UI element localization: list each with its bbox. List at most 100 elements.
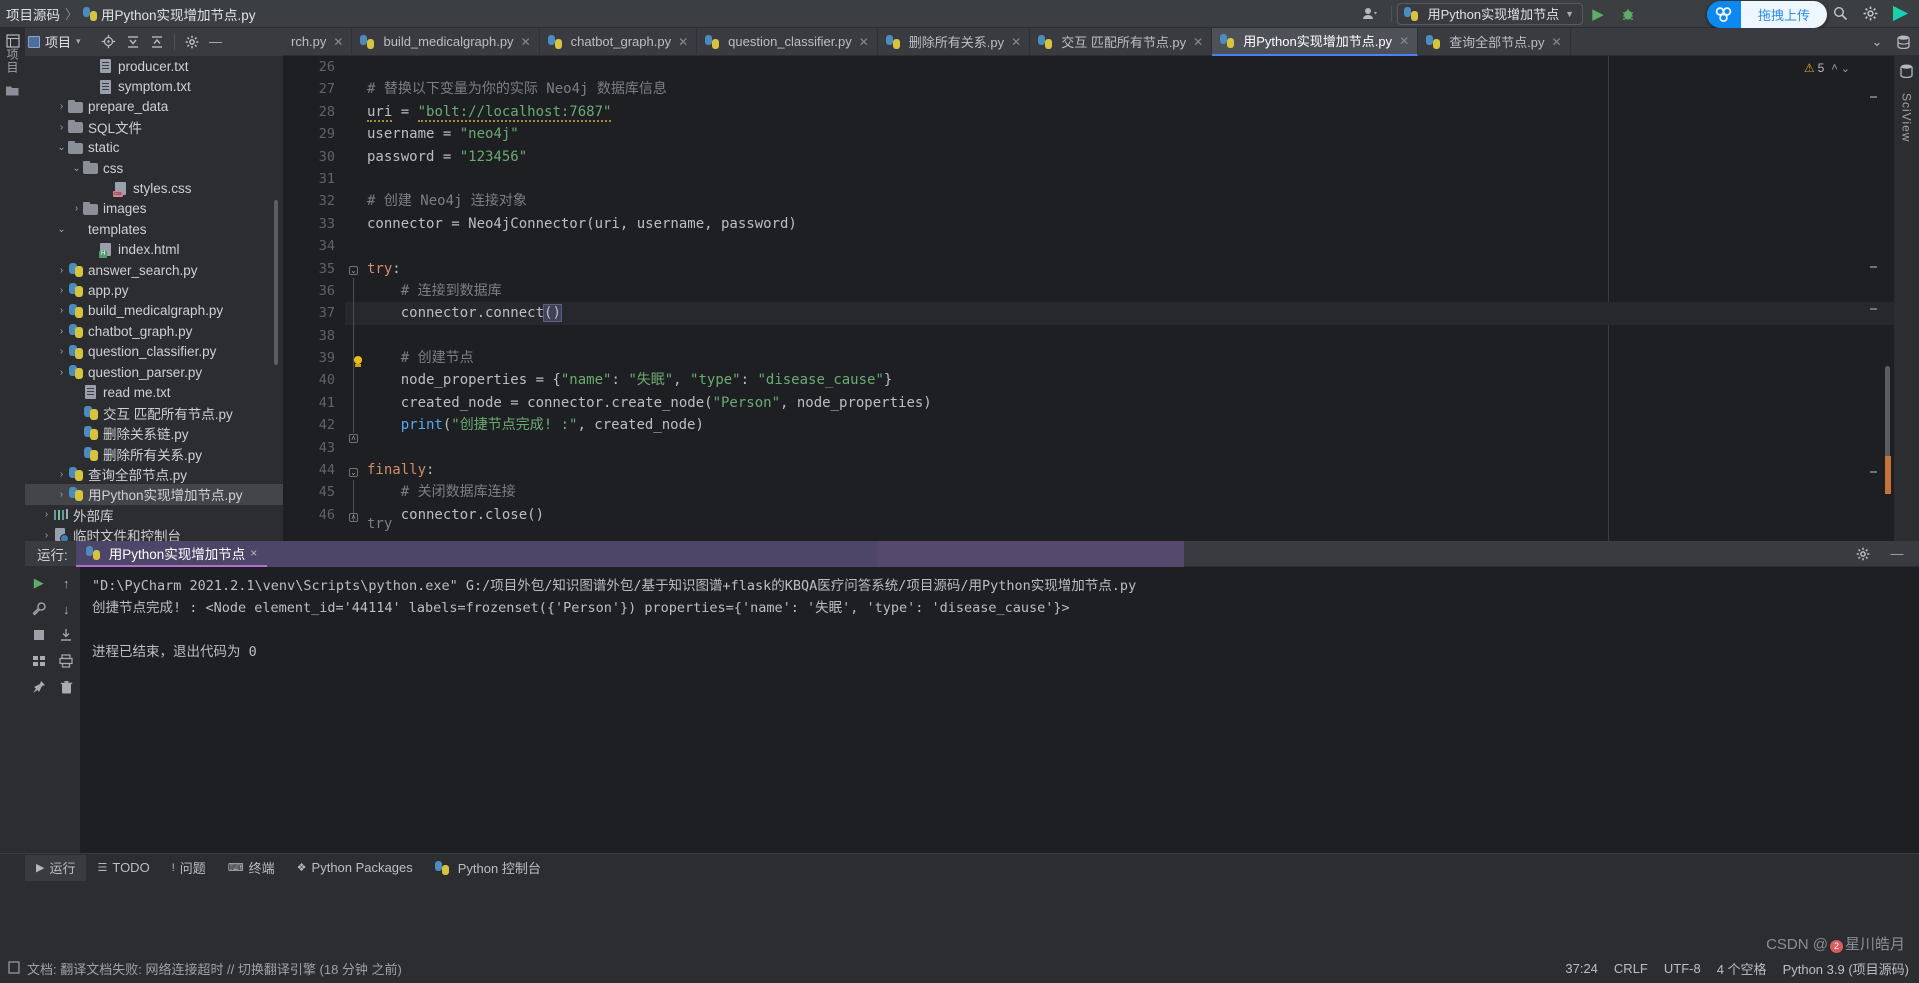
editor-tab[interactable]: rch.py ✕ bbox=[283, 27, 353, 56]
code-line[interactable] bbox=[345, 56, 1894, 78]
project-tree-scrollbar[interactable] bbox=[274, 200, 278, 365]
breadcrumb-file[interactable]: 用Python实现增加节点.py bbox=[101, 4, 256, 24]
code-line[interactable]: print("创捷节点完成! :", created_node) bbox=[345, 414, 1894, 436]
tree-item[interactable]: 删除所有关系.py bbox=[25, 443, 283, 463]
debug-icon[interactable] bbox=[1613, 1, 1643, 27]
settings-icon[interactable] bbox=[1855, 1, 1885, 27]
settings-icon[interactable] bbox=[1851, 542, 1875, 566]
pin-icon[interactable] bbox=[27, 675, 51, 699]
rerun-icon[interactable]: ▶ bbox=[27, 571, 51, 595]
close-icon[interactable]: ✕ bbox=[521, 35, 531, 49]
tree-item[interactable]: › app.py bbox=[25, 280, 283, 300]
layout-icon[interactable] bbox=[27, 649, 51, 673]
close-icon[interactable]: × bbox=[250, 546, 257, 560]
breadcrumb-project[interactable]: 项目源码 bbox=[6, 4, 60, 24]
project-rail-icon[interactable]: 项目 bbox=[4, 34, 21, 74]
tree-item[interactable]: 删除关系链.py bbox=[25, 423, 283, 443]
code-content[interactable]: # 替换以下变量为你的实际 Neo4j 数据库信息 uri = "bolt://l… bbox=[345, 56, 1894, 541]
close-icon[interactable]: ✕ bbox=[678, 35, 688, 49]
tree-item[interactable]: › SQL文件 bbox=[25, 117, 283, 137]
down-arrow-icon[interactable]: ↓ bbox=[54, 597, 78, 621]
bottom-bar-item[interactable]: ⌨ 终端 bbox=[217, 855, 286, 881]
fold-marker-try[interactable]: ⌄ bbox=[349, 266, 358, 275]
code-line[interactable]: connector.close() bbox=[345, 504, 1894, 526]
bottom-bar-item[interactable]: Python 控制台 bbox=[424, 855, 552, 881]
trash-icon[interactable] bbox=[54, 675, 78, 699]
code-line[interactable]: # 创建节点 bbox=[345, 347, 1894, 369]
search-icon[interactable] bbox=[1825, 1, 1855, 27]
editor-tab[interactable]: 删除所有关系.py ✕ bbox=[878, 27, 1031, 56]
intention-bulb-icon[interactable] bbox=[351, 356, 365, 370]
tree-item[interactable]: styles.css bbox=[25, 178, 283, 198]
tree-expand-arrow-icon[interactable]: › bbox=[55, 117, 68, 137]
tree-expand-arrow-icon[interactable]: › bbox=[55, 362, 68, 382]
tree-expand-arrow-icon[interactable]: › bbox=[55, 301, 68, 321]
code-line[interactable]: created_node = connector.create_node("Pe… bbox=[345, 392, 1894, 414]
line-separator[interactable]: CRLF bbox=[1614, 961, 1648, 976]
editor-tab[interactable]: build_medicalgraph.py ✕ bbox=[352, 27, 540, 56]
code-line[interactable] bbox=[345, 325, 1894, 347]
editor-tab[interactable]: 用Python实现增加节点.py ✕ bbox=[1212, 27, 1419, 56]
chevron-down-icon[interactable]: ⌄ bbox=[1865, 30, 1889, 54]
code-line[interactable]: node_properties = {"name": "失眠", "type":… bbox=[345, 369, 1894, 391]
code-line[interactable]: # 连接到数据库 bbox=[345, 280, 1894, 302]
code-line[interactable] bbox=[345, 168, 1894, 190]
tree-expand-arrow-icon[interactable]: › bbox=[55, 342, 68, 362]
close-icon[interactable]: ✕ bbox=[333, 35, 343, 49]
editor-tab[interactable]: chatbot_graph.py ✕ bbox=[540, 27, 698, 56]
caret-position[interactable]: 37:24 bbox=[1565, 961, 1598, 976]
close-icon[interactable]: ✕ bbox=[1551, 35, 1561, 49]
close-icon[interactable]: ✕ bbox=[859, 35, 869, 49]
locate-file-icon[interactable] bbox=[97, 30, 121, 54]
tree-item[interactable]: ⌄ css bbox=[25, 158, 283, 178]
tree-item[interactable]: › 查询全部节点.py bbox=[25, 464, 283, 484]
code-line[interactable]: try: bbox=[345, 258, 1894, 280]
hide-tool-window-icon[interactable]: — bbox=[204, 30, 228, 54]
tree-item[interactable]: ⌄ static bbox=[25, 138, 283, 158]
code-line[interactable] bbox=[345, 235, 1894, 257]
tree-item[interactable]: › question_parser.py bbox=[25, 362, 283, 382]
tree-item[interactable]: › prepare_data bbox=[25, 97, 283, 117]
run-tab[interactable]: 用Python实现增加节点 × bbox=[75, 540, 268, 567]
chevron-down-icon[interactable]: ▾ bbox=[76, 36, 81, 47]
project-tree[interactable]: producer.txt symptom.txt › prepare_data › SQL… bbox=[25, 56, 283, 541]
tree-expand-arrow-icon[interactable]: ⌄ bbox=[55, 138, 68, 158]
stop-icon[interactable] bbox=[27, 623, 51, 647]
editor-tab[interactable]: 交互 匹配所有节点.py ✕ bbox=[1030, 27, 1213, 56]
tree-item[interactable]: › 外部库 bbox=[25, 505, 283, 525]
tree-item[interactable]: producer.txt bbox=[25, 56, 283, 76]
tree-item[interactable]: › 临时文件和控制台 bbox=[25, 525, 283, 541]
baidu-upload-widget[interactable]: 拖拽上传 bbox=[1706, 1, 1827, 28]
tree-item[interactable]: › question_classifier.py bbox=[25, 341, 283, 361]
tree-expand-arrow-icon[interactable]: › bbox=[55, 321, 68, 341]
tree-item[interactable]: 交互 匹配所有节点.py bbox=[25, 403, 283, 423]
tree-item[interactable]: › images bbox=[25, 199, 283, 219]
collapse-all-icon[interactable] bbox=[145, 30, 169, 54]
bottom-bar-item[interactable]: ☰ TODO bbox=[86, 855, 160, 881]
export-icon[interactable] bbox=[54, 623, 78, 647]
bottom-bar-item[interactable]: ▶ 运行 bbox=[25, 854, 87, 881]
chevron-down-icon[interactable]: ⌄ bbox=[1841, 62, 1850, 75]
expand-all-icon[interactable] bbox=[121, 30, 145, 54]
code-line[interactable]: # 替换以下变量为你的实际 Neo4j 数据库信息 bbox=[345, 78, 1894, 100]
close-icon[interactable]: ✕ bbox=[1011, 35, 1021, 49]
tree-expand-arrow-icon[interactable]: › bbox=[40, 505, 53, 525]
bottom-bar-item[interactable]: ❖ Python Packages bbox=[286, 855, 424, 881]
code-line[interactable]: password = "123456" bbox=[345, 146, 1894, 168]
status-message[interactable]: 文档: 翻译文档失败: 网络连接超时 // 切换翻译引擎 (18 分钟 之前) bbox=[8, 959, 402, 978]
upload-label[interactable]: 拖拽上传 bbox=[1740, 1, 1827, 28]
tree-item[interactable]: › build_medicalgraph.py bbox=[25, 301, 283, 321]
code-line[interactable]: finally: bbox=[345, 459, 1894, 481]
print-icon[interactable] bbox=[54, 649, 78, 673]
tree-item[interactable]: › 用Python实现增加节点.py bbox=[25, 484, 283, 505]
file-encoding[interactable]: UTF-8 bbox=[1664, 961, 1701, 976]
editor-tab[interactable]: question_classifier.py ✕ bbox=[697, 27, 878, 56]
close-icon[interactable]: ✕ bbox=[1399, 34, 1409, 48]
project-tool-window-label[interactable]: 项目 ▾ bbox=[28, 32, 81, 51]
database-rail-icon[interactable] bbox=[1900, 64, 1913, 81]
database-icon[interactable] bbox=[1891, 30, 1915, 54]
inspection-warning-badge[interactable]: ⚠ 5 ˄ ⌄ bbox=[1804, 61, 1850, 75]
structure-rail-icon[interactable] bbox=[5, 84, 20, 100]
run-icon[interactable]: ▶ bbox=[1583, 1, 1613, 27]
tree-expand-arrow-icon[interactable]: › bbox=[55, 464, 68, 484]
